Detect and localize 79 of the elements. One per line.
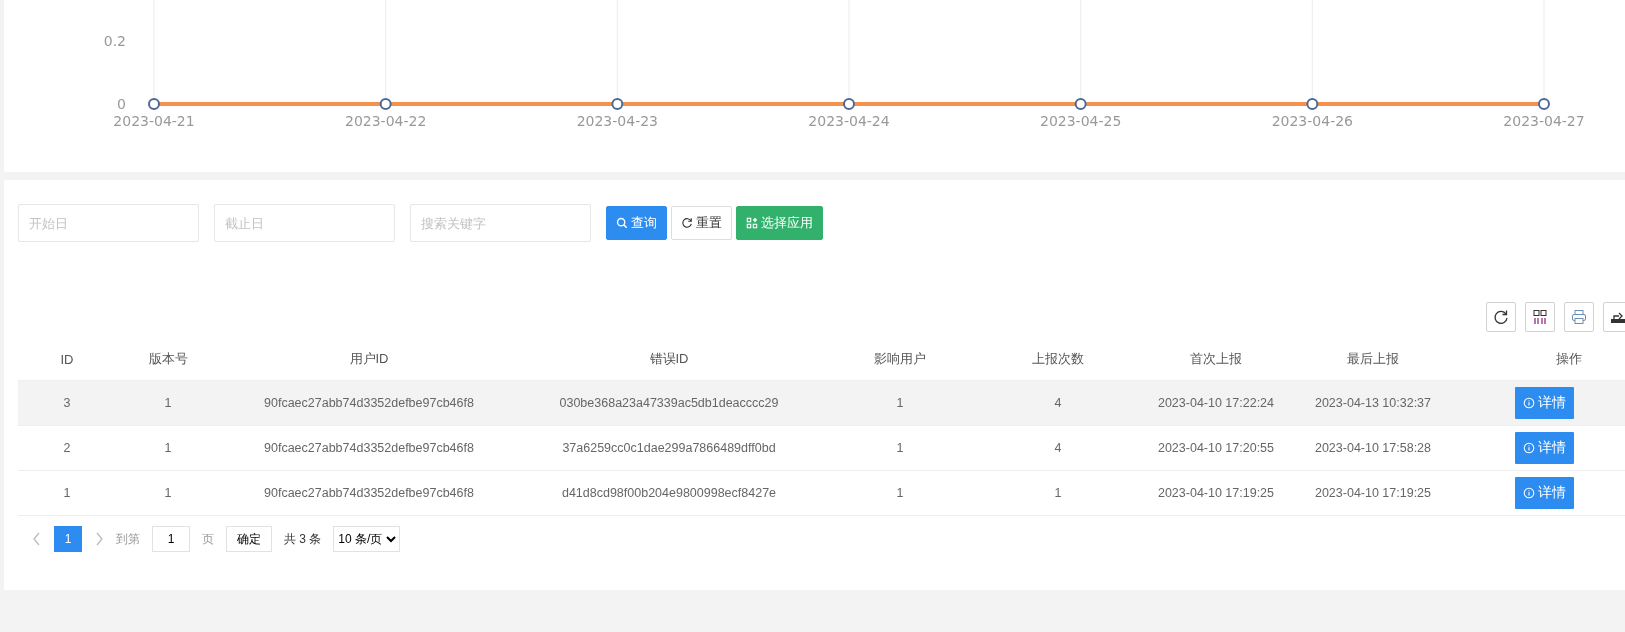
data-point xyxy=(148,98,160,110)
table-cell-text: 4 xyxy=(1053,396,1063,410)
data-point xyxy=(843,98,855,110)
table-cell-text: 1 xyxy=(1053,486,1063,500)
printer-icon xyxy=(1571,309,1587,325)
table-cell-text: 1 xyxy=(62,486,72,500)
table-cell-text: 1 xyxy=(895,396,905,410)
x-axis-label: 2023-04-27 xyxy=(1503,113,1585,129)
column-header: ID xyxy=(59,351,75,367)
columns-icon xyxy=(1532,309,1548,325)
apps-icon xyxy=(746,217,758,229)
table-cell-text: 2023-04-10 17:20:55 xyxy=(1156,441,1276,455)
column-header: 错误ID xyxy=(648,350,690,368)
x-axis-label: 2023-04-23 xyxy=(576,113,658,129)
y-axis-label: 0.2 xyxy=(103,32,126,49)
detail-button[interactable]: 详情 xyxy=(1514,387,1574,419)
data-point xyxy=(1538,98,1550,110)
data-point xyxy=(1306,98,1319,110)
detail-button[interactable]: 详情 xyxy=(1514,477,1574,509)
table-cell-text: 90fcaec27abb74d3352defbe97cb46f8 xyxy=(263,486,475,500)
column-header: 操作 xyxy=(1555,350,1583,368)
column-header: 最后上报 xyxy=(1346,350,1400,368)
x-axis-label: 2023-04-25 xyxy=(1040,113,1122,129)
x-axis-label: 2023-04-21 xyxy=(113,113,195,129)
data-point xyxy=(611,98,624,110)
confirm-button[interactable]: 确定 xyxy=(226,526,272,552)
column-header: 影响用户 xyxy=(873,350,927,368)
column-header: 上报次数 xyxy=(1031,350,1085,368)
refresh-icon xyxy=(681,217,693,229)
info-icon xyxy=(1522,487,1535,499)
column-header: 首次上报 xyxy=(1189,350,1243,368)
table-cell-text: 2023-04-10 17:58:28 xyxy=(1313,441,1433,455)
x-axis-label: 2023-04-24 xyxy=(808,113,890,129)
refresh-button[interactable] xyxy=(1486,302,1516,332)
table-cell-text: 2 xyxy=(62,441,72,455)
info-icon xyxy=(1522,397,1535,409)
table-row[interactable]: 3 1 90fcaec27abb74d3352defbe97cb46f8 030be368a23a47339ac5db1deacccc29 1 4 2023-04-10 17:22:24 2023-04-13 10:32:37 详情 xyxy=(18,381,1625,426)
table-cell-text: 3 xyxy=(62,396,72,410)
reset-button[interactable]: 重置 xyxy=(671,206,732,240)
column-header: 用户ID xyxy=(348,350,390,368)
table-cell-text: 90fcaec27abb74d3352defbe97cb46f8 xyxy=(263,441,475,455)
print-button[interactable] xyxy=(1564,302,1594,332)
page-button[interactable]: 1 xyxy=(54,526,82,552)
table-cell-text: 4 xyxy=(1053,441,1063,455)
x-axis-label: 2023-04-22 xyxy=(345,113,427,129)
column-header: 版本号 xyxy=(147,350,189,368)
table-cell-text: 1 xyxy=(163,396,173,410)
start-date-field[interactable]: 开始日 xyxy=(18,204,199,242)
export-button[interactable] xyxy=(1603,302,1625,332)
table-cell-text: 90fcaec27abb74d3352defbe97cb46f8 xyxy=(263,396,475,410)
table-cell-text: 2023-04-10 17:19:25 xyxy=(1156,486,1276,500)
columns-button[interactable] xyxy=(1525,302,1555,332)
page-suffix: 页 xyxy=(202,530,214,548)
detail-button[interactable]: 详情 xyxy=(1514,432,1574,464)
x-axis-label: 2023-04-26 xyxy=(1271,113,1353,129)
refresh-icon xyxy=(1493,309,1509,325)
table-cell-text: d41d8cd98f00b204e9800998ecf8427e xyxy=(560,486,778,500)
page-size-select[interactable]: 10 条/页 xyxy=(333,526,401,552)
data-point xyxy=(379,98,392,110)
data-point xyxy=(1074,98,1087,110)
table-row[interactable]: 2 1 90fcaec27abb74d3352defbe97cb46f8 37a6259cc0c1dae299a7866489dff0bd 1 4 2023-04-10 17:20:55 2023-04-10 17:58:28 详情 xyxy=(18,426,1625,471)
info-icon xyxy=(1522,442,1535,454)
table-cell-text: 2023-04-10 17:19:25 xyxy=(1313,486,1433,500)
table-cell-text: 1 xyxy=(895,486,905,500)
table-cell-text: 2023-04-10 17:22:24 xyxy=(1156,396,1276,410)
table-cell-text: 030be368a23a47339ac5db1deacccc29 xyxy=(558,396,780,410)
search-button[interactable]: 查询 xyxy=(606,206,667,240)
table-cell-text: 1 xyxy=(163,486,173,500)
table-cell-text: 1 xyxy=(163,441,173,455)
table-cell-text: 2023-04-13 10:32:37 xyxy=(1313,396,1433,410)
goto-label: 到第 xyxy=(116,530,140,548)
keyword-search-field[interactable]: 搜索关键字 xyxy=(410,204,591,242)
y-axis-label: 0 xyxy=(117,96,126,112)
table-cell-text: 37a6259cc0c1dae299a7866489dff0bd xyxy=(561,441,777,455)
total-count: 共 3 条 xyxy=(284,530,322,548)
page-number-field[interactable]: 1 xyxy=(152,526,190,552)
search-icon xyxy=(616,217,628,229)
table-row[interactable]: 1 1 90fcaec27abb74d3352defbe97cb46f8 d41d8cd98f00b204e9800998ecf8427e 1 1 2023-04-10 17:19:25 2023-04-10 17:19:25 详情 xyxy=(18,471,1625,516)
table-cell-text: 1 xyxy=(895,441,905,455)
